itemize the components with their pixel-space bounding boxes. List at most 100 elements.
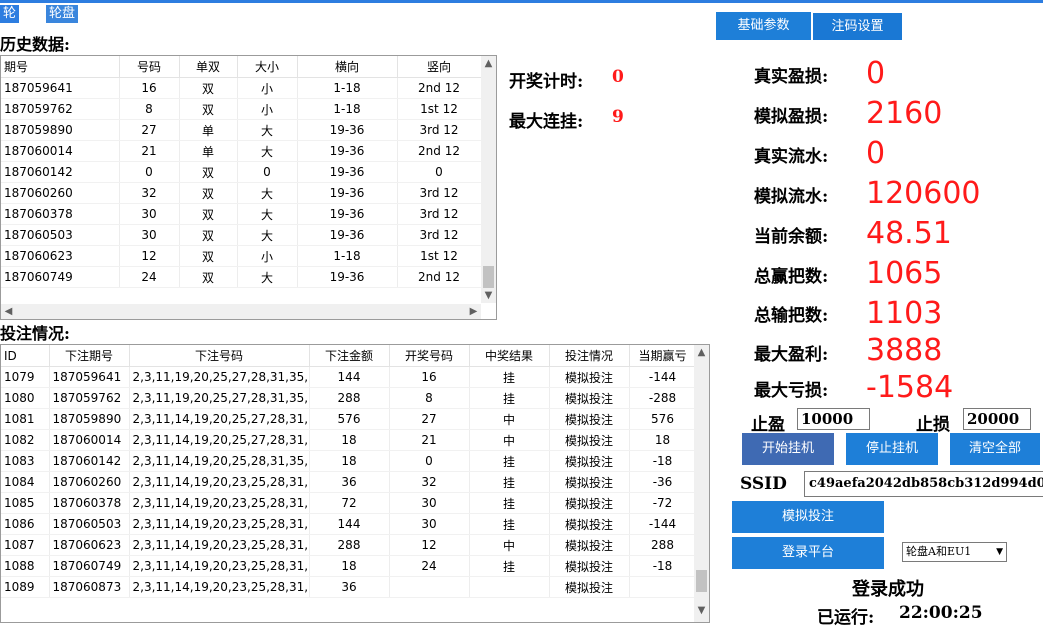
table-cell: 挂 [469, 450, 550, 472]
history-col-dozen[interactable]: 竖向 [397, 56, 482, 78]
table-row[interactable]: 187060260 32 双大 19-36 3rd 12 [1, 182, 482, 204]
table-cell: 187060623 [1, 245, 120, 267]
table-row[interactable]: 187060749 24 双大 19-36 2nd 12 [1, 266, 482, 288]
runtime-label: 已运行: [817, 608, 875, 628]
table-row[interactable]: 187059762 8 双小 1-18 1st 12 [1, 98, 482, 120]
bets-col-amount[interactable]: 下注金额 [309, 345, 390, 367]
bets-vertical-scrollbar[interactable]: ▲ ▼ [694, 345, 709, 622]
table-row[interactable]: 1082 187060014 2,3,11,14,19,20,25,27,28,31… [1, 429, 697, 451]
table-cell: 1st 12 [397, 98, 482, 120]
table-cell: 187060378 [49, 492, 130, 514]
bets-col-result[interactable]: 中奖结果 [469, 345, 550, 367]
table-cell: 单 [179, 140, 238, 162]
table-cell: 19-36 [297, 203, 398, 225]
table-cell: 0 [389, 450, 470, 472]
bets-grid[interactable]: ID 下注期号 下注号码 下注金额 开奖号码 中奖结果 投注情况 当期赢亏 10… [0, 344, 710, 623]
history-col-range[interactable]: 横向 [297, 56, 398, 78]
history-vertical-scrollbar[interactable]: ▲ ▼ [481, 56, 496, 303]
scroll-up-arrow-icon[interactable]: ▲ [481, 56, 496, 71]
table-row[interactable]: 1089 187060873 2,3,11,14,19,20,23,25,28,31… [1, 576, 697, 598]
table-row[interactable]: 187060623 12 双小 1-18 1st 12 [1, 245, 482, 267]
chevron-down-icon[interactable]: ▼ [996, 543, 1003, 561]
history-grid[interactable]: 期号 号码 单双 大小 横向 竖向 187059641 16 双小 1-18 2nd 1… [0, 55, 497, 320]
table-cell: 0 [237, 161, 298, 183]
table-cell: 18 [309, 555, 390, 577]
table-cell: 187059641 [1, 77, 120, 99]
table-cell: 187059641 [49, 366, 130, 388]
table-row[interactable]: 187060142 0 双 0 19-36 0 [1, 161, 482, 183]
history-scroll-thumb[interactable] [483, 266, 494, 288]
bets-col-mode[interactable]: 投注情况 [549, 345, 630, 367]
table-row[interactable]: 187060014 21 单大 19-36 2nd 12 [1, 140, 482, 162]
bets-col-numbers[interactable]: 下注号码 [129, 345, 310, 367]
table-row[interactable]: 1084 187060260 2,3,11,14,19,20,23,25,28,31… [1, 471, 697, 493]
scroll-right-arrow-icon[interactable]: ▶ [466, 304, 481, 319]
table-row[interactable]: 187059890 27 单大 19-36 3rd 12 [1, 119, 482, 141]
scroll-up-arrow-icon[interactable]: ▲ [694, 345, 709, 360]
clear-all-button[interactable]: 清空全部 [950, 433, 1040, 465]
table-cell: 187060503 [49, 513, 130, 535]
table-cell: 24 [389, 555, 470, 577]
history-horizontal-scrollbar[interactable]: ◀ ▶ [1, 304, 481, 319]
table-cell: 模拟投注 [549, 429, 630, 451]
table-row[interactable]: 1086 187060503 2,3,11,14,19,20,23,25,28,31… [1, 513, 697, 535]
table-cell: 3rd 12 [397, 224, 482, 246]
bets-col-pnl[interactable]: 当期赢亏 [629, 345, 697, 367]
history-col-number[interactable]: 号码 [119, 56, 180, 78]
table-row[interactable]: 1088 187060749 2,3,11,14,19,20,23,25,28,31… [1, 555, 697, 577]
table-cell: 187060503 [1, 224, 120, 246]
table-row[interactable]: 1081 187059890 2,3,11,14,19,20,25,27,28,31… [1, 408, 697, 430]
history-col-oddeven[interactable]: 单双 [179, 56, 238, 78]
stop-auto-button[interactable]: 停止挂机 [846, 433, 938, 465]
scroll-down-arrow-icon[interactable]: ▼ [481, 288, 496, 303]
table-cell: 3rd 12 [397, 119, 482, 141]
start-auto-button[interactable]: 开始挂机 [742, 433, 834, 465]
runtime-value: 22:00:25 [899, 603, 983, 623]
scroll-down-arrow-icon[interactable]: ▼ [694, 603, 709, 618]
draw-timer-value: 0 [612, 67, 624, 87]
table-cell: 0 [119, 161, 180, 183]
stat-value-sim-turnover: 120600 [866, 176, 981, 211]
table-cell: 288 [629, 534, 697, 556]
bets-col-id[interactable]: ID [1, 345, 50, 367]
stop-loss-input[interactable]: 20000 [963, 408, 1031, 430]
tab-bet-settings[interactable]: 注码设置 [813, 13, 902, 40]
table-cell: 2,3,11,14,19,20,25,27,28,31,... [129, 429, 310, 451]
bets-col-draw[interactable]: 开奖号码 [389, 345, 470, 367]
table-row[interactable]: 1087 187060623 2,3,11,14,19,20,23,25,28,31… [1, 534, 697, 556]
table-cell: 187060873 [49, 576, 130, 598]
table-row[interactable]: 1085 187060378 2,3,11,14,19,20,23,25,28,31… [1, 492, 697, 514]
history-col-size[interactable]: 大小 [237, 56, 298, 78]
simulate-bet-button[interactable]: 模拟投注 [732, 501, 884, 533]
bets-col-period[interactable]: 下注期号 [49, 345, 130, 367]
table-cell: 30 [119, 203, 180, 225]
table-cell: -144 [629, 513, 697, 535]
table-cell: 双 [179, 203, 238, 225]
table-cell: -288 [629, 387, 697, 409]
bets-header-row: ID 下注期号 下注号码 下注金额 开奖号码 中奖结果 投注情况 当期赢亏 [1, 345, 697, 367]
table-cell: 187060623 [49, 534, 130, 556]
scroll-left-arrow-icon[interactable]: ◀ [1, 304, 16, 319]
tab-eu1-settings[interactable]: 轮盘EU1玩法设置 [46, 5, 78, 75]
tab-basic-params[interactable]: 基础参数 [716, 12, 811, 40]
ssid-input[interactable]: c49aefa2042db858cb312d994d0 [804, 471, 1043, 497]
login-platform-button[interactable]: 登录平台 [732, 537, 884, 569]
table-row[interactable]: 1080 187059762 2,3,11,19,20,25,27,28,31,35… [1, 387, 697, 409]
stat-value-sim-pnl: 2160 [866, 96, 943, 131]
table-cell: -18 [629, 450, 697, 472]
history-col-period[interactable]: 期号 [1, 56, 120, 78]
table-row[interactable]: 1083 187060142 2,3,11,14,19,20,25,28,31,35… [1, 450, 697, 472]
table-row[interactable]: 187060378 30 双大 19-36 3rd 12 [1, 203, 482, 225]
platform-select[interactable]: 轮盘A和EU1 ▼ [902, 542, 1007, 562]
table-cell: 挂 [469, 387, 550, 409]
table-cell: 单 [179, 119, 238, 141]
table-cell: 模拟投注 [549, 387, 630, 409]
table-row[interactable]: 1079 187059641 2,3,11,19,20,25,27,28,31,35… [1, 366, 697, 388]
table-row[interactable]: 187059641 16 双小 1-18 2nd 12 [1, 77, 482, 99]
table-row[interactable]: 187060503 30 双大 19-36 3rd 12 [1, 224, 482, 246]
table-cell: 576 [309, 408, 390, 430]
table-cell: 3rd 12 [397, 182, 482, 204]
tab-roulette-a[interactable]: 轮盘A [0, 5, 20, 57]
bets-scroll-thumb[interactable] [696, 570, 707, 592]
take-profit-input[interactable]: 10000 [797, 408, 870, 430]
